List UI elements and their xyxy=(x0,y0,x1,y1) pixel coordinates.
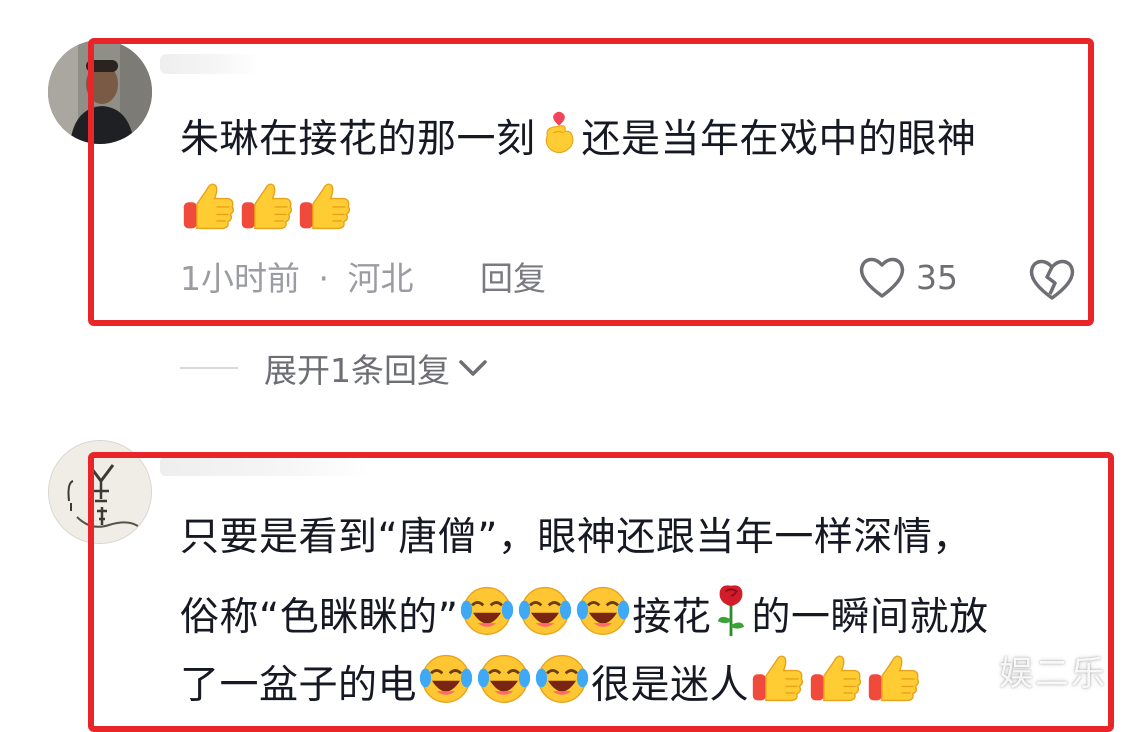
thumbs-up-icon xyxy=(239,178,295,234)
comment-emoji-row xyxy=(180,178,354,238)
laughing-crying-icon xyxy=(476,650,532,706)
thumbs-up-icon xyxy=(866,650,922,706)
laughing-crying-icon xyxy=(517,582,573,638)
laughing-crying-icon xyxy=(459,582,515,638)
username[interactable] xyxy=(160,456,370,476)
avatar[interactable] xyxy=(48,40,152,144)
like-count: 35 xyxy=(916,257,958,297)
avatar[interactable] xyxy=(48,440,152,544)
reply-button[interactable]: 回复 xyxy=(480,258,546,300)
thumbs-up-icon xyxy=(297,178,353,234)
comment-text: 朱琳在接花的那一刻 还是当年在戏中的眼神 xyxy=(180,106,977,164)
comment-meta: 1小时前 · 河北 xyxy=(180,258,414,300)
laughing-crying-icon xyxy=(418,650,474,706)
thumbs-up-icon xyxy=(750,650,806,706)
finger-heart-icon xyxy=(537,106,581,160)
laughing-crying-icon xyxy=(575,582,631,638)
broken-heart-icon xyxy=(1029,259,1075,300)
dislike-button[interactable] xyxy=(1028,256,1076,306)
rose-icon xyxy=(712,582,750,638)
chevron-down-icon xyxy=(459,360,487,376)
comment-location: 河北 xyxy=(347,259,414,298)
expand-replies-button[interactable]: 展开1条回复 xyxy=(180,344,490,392)
watermark: 娱二乐 xyxy=(999,654,1107,694)
comment-text: 俗称“色眯眯的” 接花 的一瞬间就放 xyxy=(180,582,988,642)
laughing-crying-icon xyxy=(534,650,590,706)
comment-time: 1小时前 xyxy=(180,259,300,298)
meta-separator: · xyxy=(318,259,330,298)
username[interactable] xyxy=(160,54,258,74)
comment-text: 只要是看到“唐僧”，眼神还跟当年一样深情， xyxy=(180,515,972,560)
heart-outline-icon xyxy=(859,257,905,298)
thumbs-up-icon xyxy=(808,650,864,706)
comment-text: 了一盆子的电 很是迷人 xyxy=(180,650,923,710)
thumbs-up-icon xyxy=(181,178,237,234)
expand-divider xyxy=(180,367,238,369)
expand-replies-label: 展开1条回复 xyxy=(264,351,450,390)
like-button[interactable]: 35 xyxy=(858,254,958,300)
